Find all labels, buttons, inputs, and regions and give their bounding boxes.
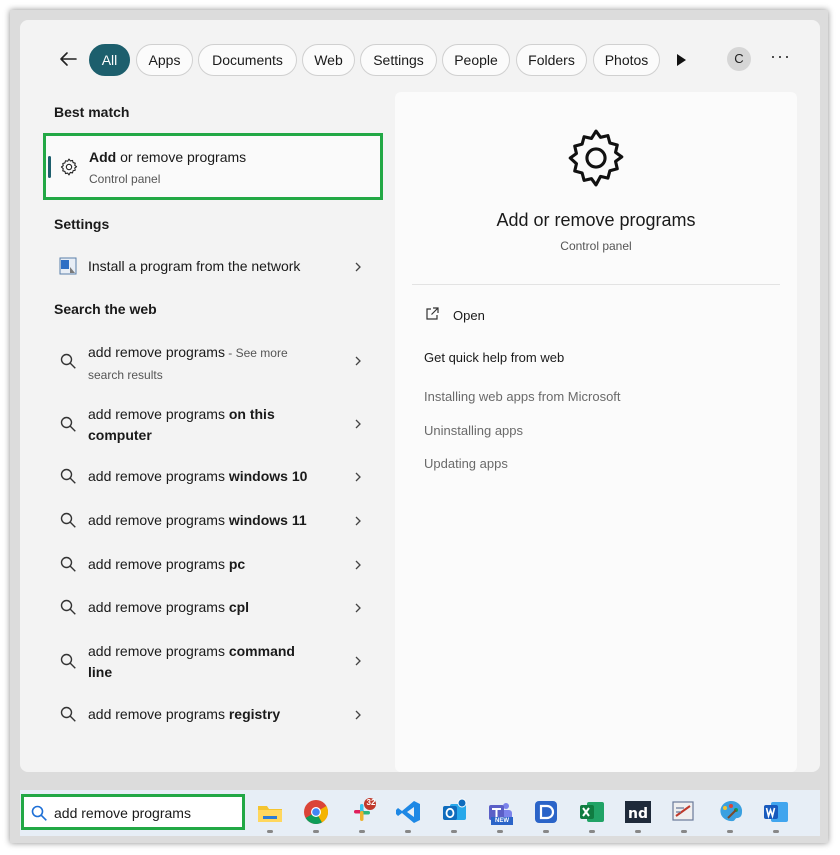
search-icon [60, 556, 76, 572]
search-icon [60, 416, 76, 432]
search-icon [60, 653, 76, 669]
web-result-text: add remove programs command line [88, 643, 295, 680]
word-icon[interactable] [762, 798, 790, 826]
quick-help-heading: Get quick help from web [424, 350, 565, 365]
search-icon [60, 468, 76, 484]
web-result-text: add remove programs cpl [88, 599, 250, 615]
chevron-right-icon [355, 472, 361, 482]
snipping-icon[interactable] [670, 798, 698, 826]
back-arrow-icon[interactable] [56, 47, 80, 71]
search-icon [31, 805, 47, 821]
paint-icon[interactable] [716, 798, 744, 826]
chevron-right-icon [355, 560, 361, 570]
install-program-icon [59, 257, 77, 275]
web-result-text: add remove programs - See more search res… [88, 344, 288, 382]
settings-heading: Settings [54, 216, 110, 232]
running-indicator [727, 830, 733, 833]
tab-photos[interactable]: Photos [593, 44, 660, 76]
tab-apps[interactable]: Apps [136, 44, 193, 76]
web-result-item[interactable]: add remove programs on this computer [48, 404, 378, 446]
taskbar-search-box[interactable]: add remove programs [21, 794, 245, 830]
search-web-heading: Search the web [54, 301, 157, 317]
running-indicator [359, 830, 365, 833]
detail-divider [412, 284, 780, 285]
outlook-icon[interactable] [440, 798, 468, 826]
tab-folders[interactable]: Folders [516, 44, 587, 76]
slack-badge: 32 [366, 798, 376, 807]
chevron-right-icon [355, 710, 361, 720]
detail-subtitle: Control panel [560, 239, 632, 253]
help-link[interactable]: Uninstalling apps [424, 423, 523, 438]
chevron-right-icon [355, 356, 361, 366]
best-match-heading: Best match [54, 104, 130, 120]
scroll-tabs-play-icon[interactable] [674, 51, 688, 69]
web-result-text: add remove programs windows 10 [88, 468, 308, 484]
running-indicator [405, 830, 411, 833]
file-explorer-icon[interactable] [256, 798, 284, 826]
running-indicator [681, 830, 687, 833]
search-input[interactable]: add remove programs [54, 805, 191, 821]
chevron-right-icon [355, 656, 361, 666]
running-indicator [543, 830, 549, 833]
selection-indicator [48, 156, 51, 178]
chrome-icon[interactable] [302, 798, 330, 826]
more-options-icon[interactable]: ··· [770, 46, 791, 67]
web-result-text: add remove programs pc [88, 556, 246, 572]
best-match-subtitle: Control panel [89, 172, 161, 186]
gear-icon [60, 158, 78, 176]
open-action[interactable]: Open [453, 308, 485, 323]
tab-web[interactable]: Web [302, 44, 355, 76]
avatar[interactable]: C [727, 47, 751, 71]
excel-icon[interactable] [578, 798, 606, 826]
web-result-item[interactable]: add remove programs command line [48, 641, 378, 683]
web-result-item[interactable]: add remove programs windows 11 [48, 510, 378, 532]
chevron-right-icon [355, 603, 361, 613]
nd-icon[interactable]: nd [624, 798, 652, 826]
teams-new-badge: NEW [491, 817, 513, 825]
running-indicator [451, 830, 457, 833]
app-blue-icon[interactable] [532, 798, 560, 826]
detail-title: Add or remove programs [496, 210, 696, 230]
open-external-icon[interactable] [424, 306, 440, 322]
tab-all[interactable]: All [89, 44, 130, 76]
web-result-item[interactable]: add remove programs windows 10 [48, 466, 378, 488]
svg-text:nd: nd [628, 806, 648, 822]
running-indicator [773, 830, 779, 833]
tab-settings[interactable]: Settings [360, 44, 437, 76]
chevron-right-icon [355, 419, 361, 429]
running-indicator [267, 830, 273, 833]
web-result-item[interactable]: add remove programs - See more search res… [48, 342, 378, 382]
running-indicator [313, 830, 319, 833]
help-link[interactable]: Installing web apps from Microsoft [424, 389, 621, 404]
search-icon [60, 706, 76, 722]
web-result-item[interactable]: add remove programs registry [48, 704, 378, 726]
chevron-right-icon [355, 516, 361, 526]
web-result-text: add remove programs windows 11 [88, 512, 307, 528]
settings-item-label: Install a program from the network [88, 258, 301, 274]
search-icon [60, 512, 76, 528]
web-result-text: add remove programs on this computer [88, 406, 275, 443]
help-link[interactable]: Updating apps [424, 456, 508, 471]
chevron-right-icon [355, 262, 361, 272]
web-result-item[interactable]: add remove programs cpl [48, 597, 378, 619]
vscode-icon[interactable] [394, 798, 422, 826]
web-result-text: add remove programs registry [88, 706, 281, 722]
best-match-title: Add or remove programs [89, 149, 247, 165]
running-indicator [497, 830, 503, 833]
search-icon [60, 353, 76, 369]
tab-people[interactable]: People [442, 44, 510, 76]
best-match-item[interactable]: Add or remove programs Control panel [43, 133, 383, 200]
running-indicator [635, 830, 641, 833]
running-indicator [589, 830, 595, 833]
gear-icon [568, 129, 624, 187]
settings-item-install-program[interactable]: Install a program from the network [48, 255, 378, 279]
tab-documents[interactable]: Documents [198, 44, 297, 76]
web-result-item[interactable]: add remove programs pc [48, 554, 378, 576]
search-icon [60, 599, 76, 615]
